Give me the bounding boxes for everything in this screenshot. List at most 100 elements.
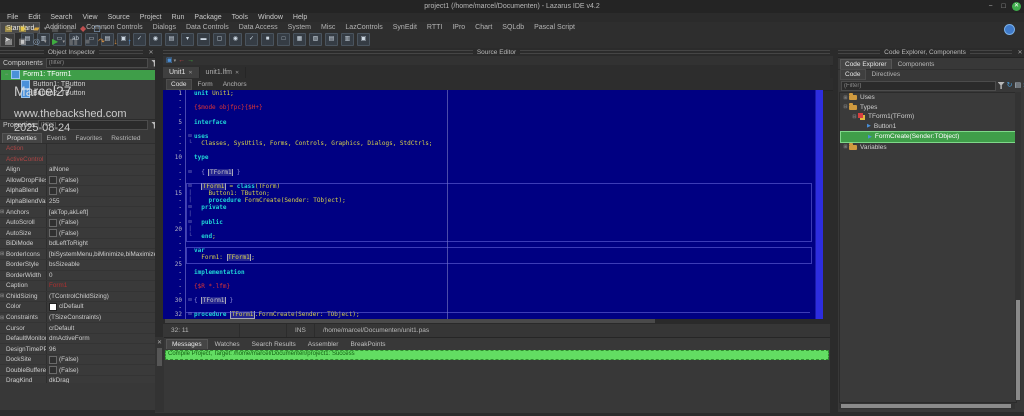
property-row-designtimeppi[interactable]: DesignTimePPI96 [0, 344, 155, 355]
property-row-color[interactable]: ColorclDefault [0, 302, 155, 313]
save-all-icon[interactable]: ▥ [64, 23, 75, 34]
palette-tab-sqldb[interactable]: SQLdb [497, 22, 529, 33]
menu-item-package[interactable]: Package [190, 13, 225, 22]
property-row-doublebuffered[interactable]: DoubleBuffered(False) [0, 365, 155, 376]
palette-component-icon-22[interactable]: ▣ [357, 33, 370, 46]
property-value[interactable]: (TSizeConstraints) [47, 314, 155, 321]
property-value[interactable]: bdLeftToRight [47, 240, 155, 247]
property-value[interactable]: (False) [47, 229, 155, 237]
palette-tab-data-controls[interactable]: Data Controls [181, 22, 234, 33]
tree-expander-icon[interactable]: ⊞ [842, 95, 849, 101]
code-explorer-subtab-directives[interactable]: Directives [868, 70, 905, 79]
code-explorer-tree[interactable]: ⊞Uses⊟Types⊟TForm1(TForm) ▶Button1 ▶Form… [839, 92, 1017, 403]
dropdown-arrow-icon[interactable]: ▾ [105, 26, 108, 32]
property-row-caption[interactable]: CaptionForm1 [0, 281, 155, 292]
code-explorer-item-types[interactable]: ⊟Types [840, 103, 1016, 113]
palette-component-icon-15[interactable]: ✓ [245, 33, 258, 46]
palette-component-icon-10[interactable]: ▤ [165, 33, 178, 46]
components-tree-item-button2-tbutton[interactable]: Button2: TButton [1, 89, 156, 99]
menu-item-source[interactable]: Source [104, 13, 134, 22]
jump-forward-icon[interactable]: → [187, 56, 194, 65]
view-units-icon[interactable]: ▤ [3, 36, 14, 47]
code-explorer-tab-code-explorer[interactable]: Code Explorer [840, 59, 892, 69]
messages-tab-assembler[interactable]: Assembler [303, 340, 344, 349]
property-value[interactable]: (False) [47, 176, 155, 184]
editor-subtab-code[interactable]: Code [166, 79, 192, 90]
fold-marker-icon[interactable]: ⊟ [186, 183, 194, 190]
checkbox-icon[interactable] [49, 356, 57, 364]
property-row-allowdropfiles[interactable]: AllowDropFiles(False) [0, 176, 155, 187]
palette-component-icon-17[interactable]: □ [277, 33, 290, 46]
palette-tab-data-access[interactable]: Data Access [234, 22, 283, 33]
code-explorer-subtab-code[interactable]: Code [840, 69, 866, 80]
close-tab-icon[interactable]: ✕ [235, 70, 239, 76]
palette-tab-misc[interactable]: Misc [316, 22, 340, 33]
code-explorer-vertical-scrollbar-thumb[interactable] [1016, 300, 1020, 400]
properties-filter-input[interactable] [38, 120, 148, 130]
palette-tab-ipro[interactable]: IPro [447, 22, 470, 33]
palette-tab-pascal-script[interactable]: Pascal Script [529, 22, 580, 33]
jump-back-icon[interactable]: ← [178, 56, 185, 65]
tree-expander-icon[interactable]: ⊞ [842, 144, 849, 150]
messages-tab-messages[interactable]: Messages [166, 339, 208, 349]
menu-item-window[interactable]: Window [254, 13, 287, 22]
code-explorer-item-uses[interactable]: ⊞Uses [840, 93, 1016, 103]
checkbox-icon[interactable] [49, 187, 57, 195]
property-value[interactable]: [biSystemMenu,biMinimize,biMaximize] [47, 251, 155, 258]
property-value[interactable]: (False) [47, 187, 155, 195]
property-value[interactable]: alNone [47, 166, 155, 173]
property-row-activecontrol[interactable]: ActiveControl [0, 155, 155, 166]
menu-item-tools[interactable]: Tools [228, 13, 252, 22]
close-button[interactable]: ✕ [1012, 2, 1021, 11]
property-row-bidimode[interactable]: BiDiModebdLeftToRight [0, 239, 155, 250]
dropdown-arrow-icon[interactable]: ▾ [44, 39, 47, 45]
property-value[interactable]: (False) [47, 366, 155, 374]
editor-tab-unit1-lfm[interactable]: unit1.lfm✕ [200, 67, 247, 78]
maximize-button[interactable]: □ [999, 3, 1008, 11]
checkbox-icon[interactable] [49, 219, 57, 227]
build-mode-icon[interactable]: ◆ [78, 23, 89, 34]
menu-item-edit[interactable]: Edit [24, 13, 44, 22]
new-form-icon[interactable]: ▣ [17, 23, 28, 34]
editor-subtab-anchors[interactable]: Anchors [219, 80, 251, 89]
editor-subtab-form[interactable]: Form [194, 80, 217, 89]
palette-tab-system[interactable]: System [283, 22, 316, 33]
palette-tab-lazcontrols[interactable]: LazControls [340, 22, 387, 33]
messages-list[interactable]: Compile Project, Target: /home/marcel/Do… [165, 350, 829, 411]
property-value[interactable]: 0 [47, 272, 155, 279]
property-row-align[interactable]: AlignalNone [0, 165, 155, 176]
property-value[interactable]: 96 [47, 346, 155, 353]
inspector-tab-properties[interactable]: Properties [2, 133, 42, 143]
stop-icon[interactable]: ■ [82, 36, 93, 47]
property-value[interactable]: [akTop,akLeft] [47, 209, 155, 216]
property-value[interactable]: Form1 [47, 282, 155, 289]
menu-item-project[interactable]: Project [136, 13, 166, 22]
minimize-button[interactable]: − [986, 3, 995, 11]
property-row-action[interactable]: Action [0, 144, 155, 155]
property-value[interactable]: crDefault [47, 325, 155, 332]
messages-tab-breakpoints[interactable]: BreakPoints [345, 340, 390, 349]
pause-icon[interactable]: ▮▮ [68, 36, 79, 47]
close-tab-icon[interactable]: ✕ [188, 70, 192, 76]
save-icon[interactable]: ▦ [50, 23, 61, 34]
property-row-alphablendvalue[interactable]: AlphaBlendValue255 [0, 197, 155, 208]
open-icon[interactable]: ▰ [31, 23, 42, 34]
filter-funnel-icon[interactable] [998, 82, 1005, 89]
property-row-borderstyle[interactable]: BorderStylebsSizeable [0, 260, 155, 271]
run-icon[interactable]: ▶ [50, 36, 61, 47]
menu-item-help[interactable]: Help [289, 13, 311, 22]
property-value[interactable]: (TControlChildSizing) [47, 293, 155, 300]
dropdown-arrow-icon[interactable]: ▾ [44, 26, 47, 32]
splitter-right[interactable] [830, 48, 838, 412]
inspector-tab-events[interactable]: Events [43, 134, 71, 143]
code-explorer-item-variables[interactable]: ⊞Variables [840, 143, 1016, 153]
palette-component-icon-9[interactable]: ◉ [149, 33, 162, 46]
palette-component-icon-18[interactable]: ▦ [293, 33, 306, 46]
new-unit-icon[interactable]: ▤ [3, 23, 14, 34]
checkbox-icon[interactable] [49, 229, 57, 237]
fold-marker-icon[interactable]: ⊟ [186, 297, 194, 304]
palette-component-icon-16[interactable]: ■ [261, 33, 274, 46]
fold-marker-icon[interactable]: ⊟ [186, 169, 194, 176]
dropdown-arrow-icon[interactable]: ▾ [174, 58, 177, 64]
editor-tab-unit1[interactable]: Unit1✕ [163, 67, 200, 78]
